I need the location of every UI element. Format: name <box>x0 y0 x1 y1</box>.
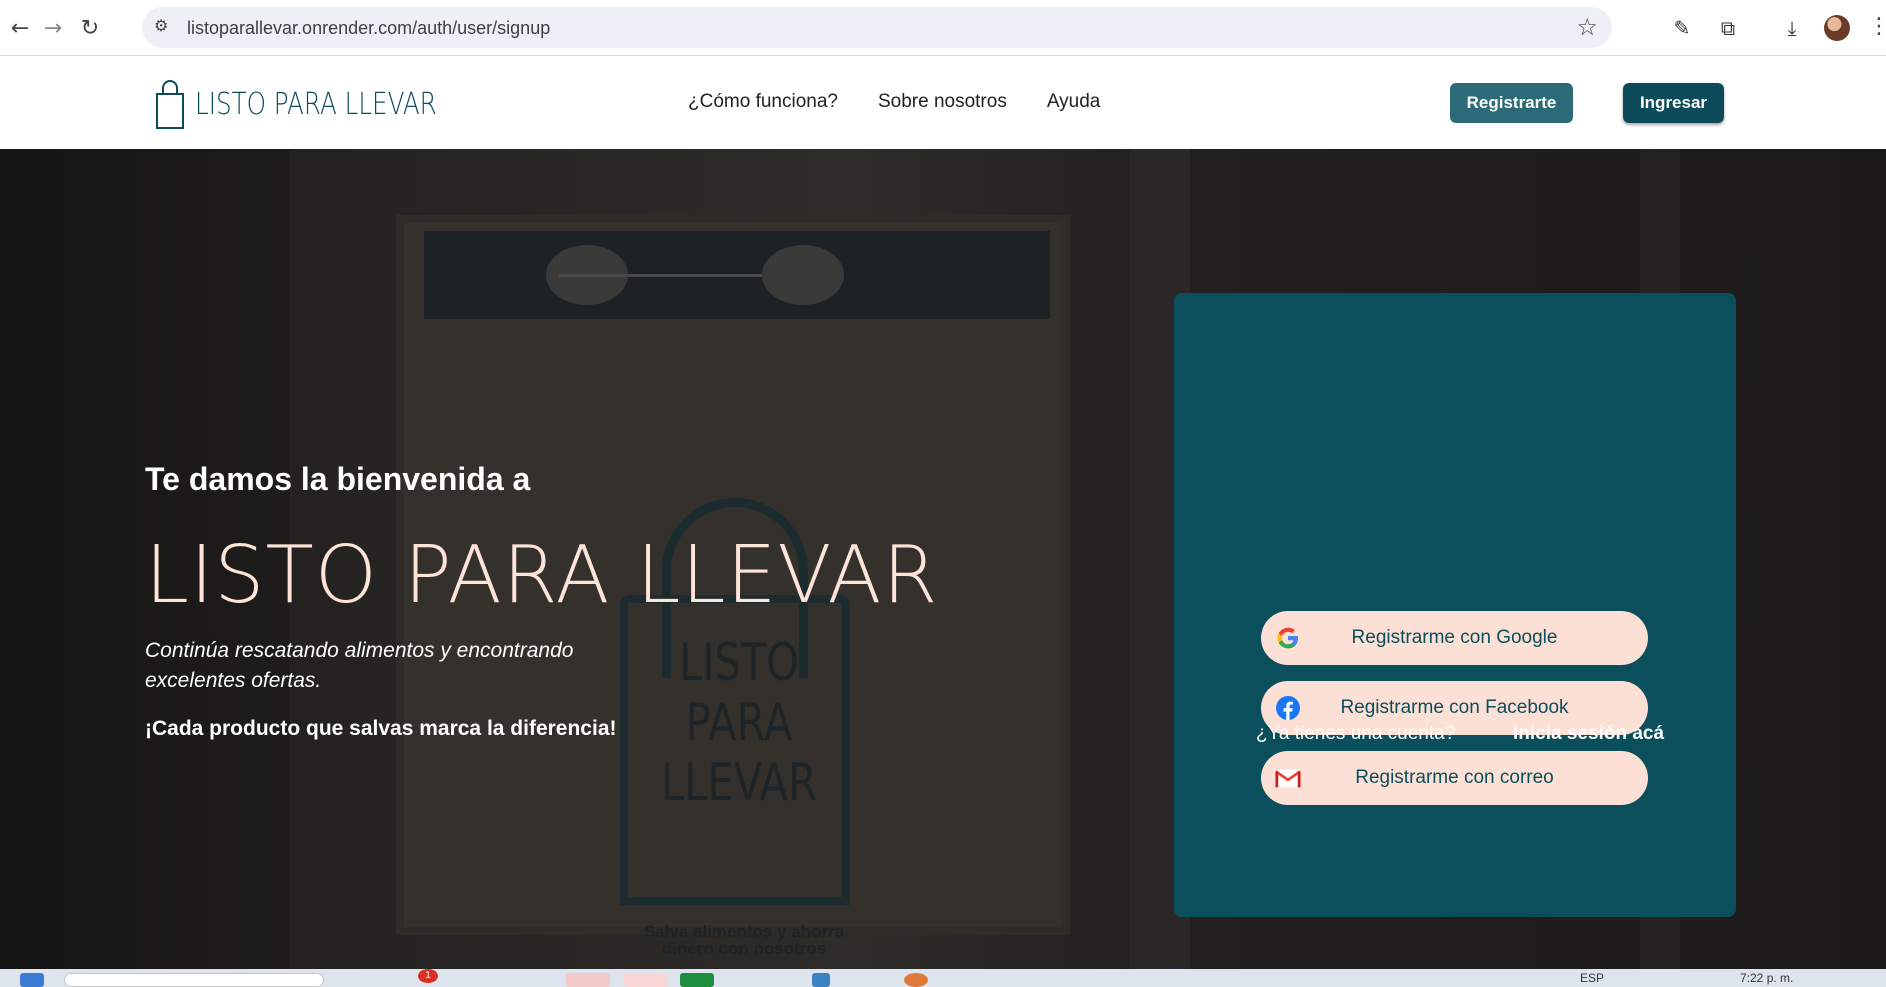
facebook-signup-label: Registrarme con Facebook <box>1340 697 1569 718</box>
logo-text: LISTO PARA LLEVAR <box>195 86 437 122</box>
register-button[interactable]: Registrarte <box>1450 83 1573 123</box>
sign-tagline: Salva alimentos y ahorra dinero con noso… <box>554 923 934 957</box>
sign-tagline-line: dinero con nosotros <box>661 939 827 958</box>
eyedropper-icon[interactable]: ✎ <box>1666 12 1698 44</box>
nav-sobre-nosotros[interactable]: Sobre nosotros <box>878 91 1007 113</box>
person-icon <box>762 245 844 305</box>
signup-panel: Registrarme con Google Registrarme con F… <box>1174 293 1736 917</box>
bookmark-star-icon[interactable]: ☆ <box>1576 13 1598 41</box>
taskbar-app-icon[interactable] <box>812 973 830 987</box>
sign-tagline-line: Salva alimentos y ahorra <box>643 922 845 941</box>
forward-icon[interactable]: → <box>37 12 69 44</box>
taskbar-app-icon[interactable] <box>904 973 928 987</box>
download-icon[interactable]: ⤓ <box>1776 12 1808 44</box>
sign-word: LISTO <box>678 633 799 693</box>
have-account-text: ¿Ya tienes una cuenta? <box>1256 723 1456 744</box>
sign-header-band <box>424 231 1050 319</box>
taskbar-app-icon[interactable] <box>680 973 714 987</box>
site-info-icon[interactable]: ⚙ <box>154 16 176 38</box>
bag-logo-icon <box>156 80 184 129</box>
profile-avatar[interactable] <box>1824 15 1850 41</box>
notification-badge: 1 <box>418 969 438 983</box>
language-indicator[interactable]: ESP <box>1580 971 1604 985</box>
main-nav: ¿Cómo funciona? Sobre nosotros Ayuda <box>688 91 1100 113</box>
extensions-icon[interactable]: ⧉ <box>1712 12 1744 44</box>
more-menu-icon[interactable]: ⋮ <box>1868 14 1886 39</box>
sign-connector <box>559 274 779 277</box>
taskbar-app-icon[interactable] <box>624 973 668 987</box>
login-button[interactable]: Ingresar <box>1623 83 1724 123</box>
sign-word: LLEVAR <box>661 753 817 813</box>
browser-toolbar: ← → ↻ ⚙ listoparallevar.onrender.com/aut… <box>0 0 1886 56</box>
taskbar-search-box[interactable] <box>64 973 324 987</box>
back-icon[interactable]: ← <box>4 12 36 44</box>
brand-title: LISTO PARA LLEVAR <box>145 529 939 621</box>
hero-cta-text: ¡Cada producto que salvas marca la difer… <box>145 717 617 740</box>
logo[interactable]: LISTO PARA LLEVAR <box>155 78 490 130</box>
google-signup-button[interactable]: Registrarme con Google <box>1261 611 1648 665</box>
address-bar[interactable]: ⚙ listoparallevar.onrender.com/auth/user… <box>142 7 1612 48</box>
gmail-icon <box>1275 765 1301 791</box>
nav-como-funciona[interactable]: ¿Cómo funciona? <box>688 91 838 113</box>
hero-section: LISTO PARA LLEVAR Salva alimentos y ahor… <box>0 149 1886 969</box>
facebook-icon <box>1275 695 1301 721</box>
start-icon[interactable] <box>20 973 44 987</box>
hero-subtitle: Continúa rescatando alimentos y encontra… <box>145 639 574 692</box>
site-header: LISTO PARA LLEVAR ¿Cómo funciona? Sobre … <box>0 57 1886 149</box>
email-signup-button[interactable]: Registrarme con correo <box>1261 751 1648 805</box>
reload-icon[interactable]: ↻ <box>74 12 106 44</box>
google-signup-label: Registrarme con Google <box>1351 627 1558 648</box>
nav-ayuda[interactable]: Ayuda <box>1047 91 1101 113</box>
taskbar-app-icon[interactable] <box>566 973 610 987</box>
email-signup-label: Registrarme con correo <box>1355 767 1554 788</box>
os-taskbar: 1 ESP 7:22 p. m. <box>0 969 1886 987</box>
login-link[interactable]: Inicia sesión acá <box>1513 723 1664 745</box>
url-text[interactable]: listoparallevar.onrender.com/auth/user/s… <box>187 18 550 39</box>
google-icon <box>1275 625 1301 651</box>
clock[interactable]: 7:22 p. m. <box>1740 971 1793 985</box>
welcome-heading: Te damos la bienvenida a <box>145 461 531 497</box>
sign-word: PARA <box>685 693 793 753</box>
